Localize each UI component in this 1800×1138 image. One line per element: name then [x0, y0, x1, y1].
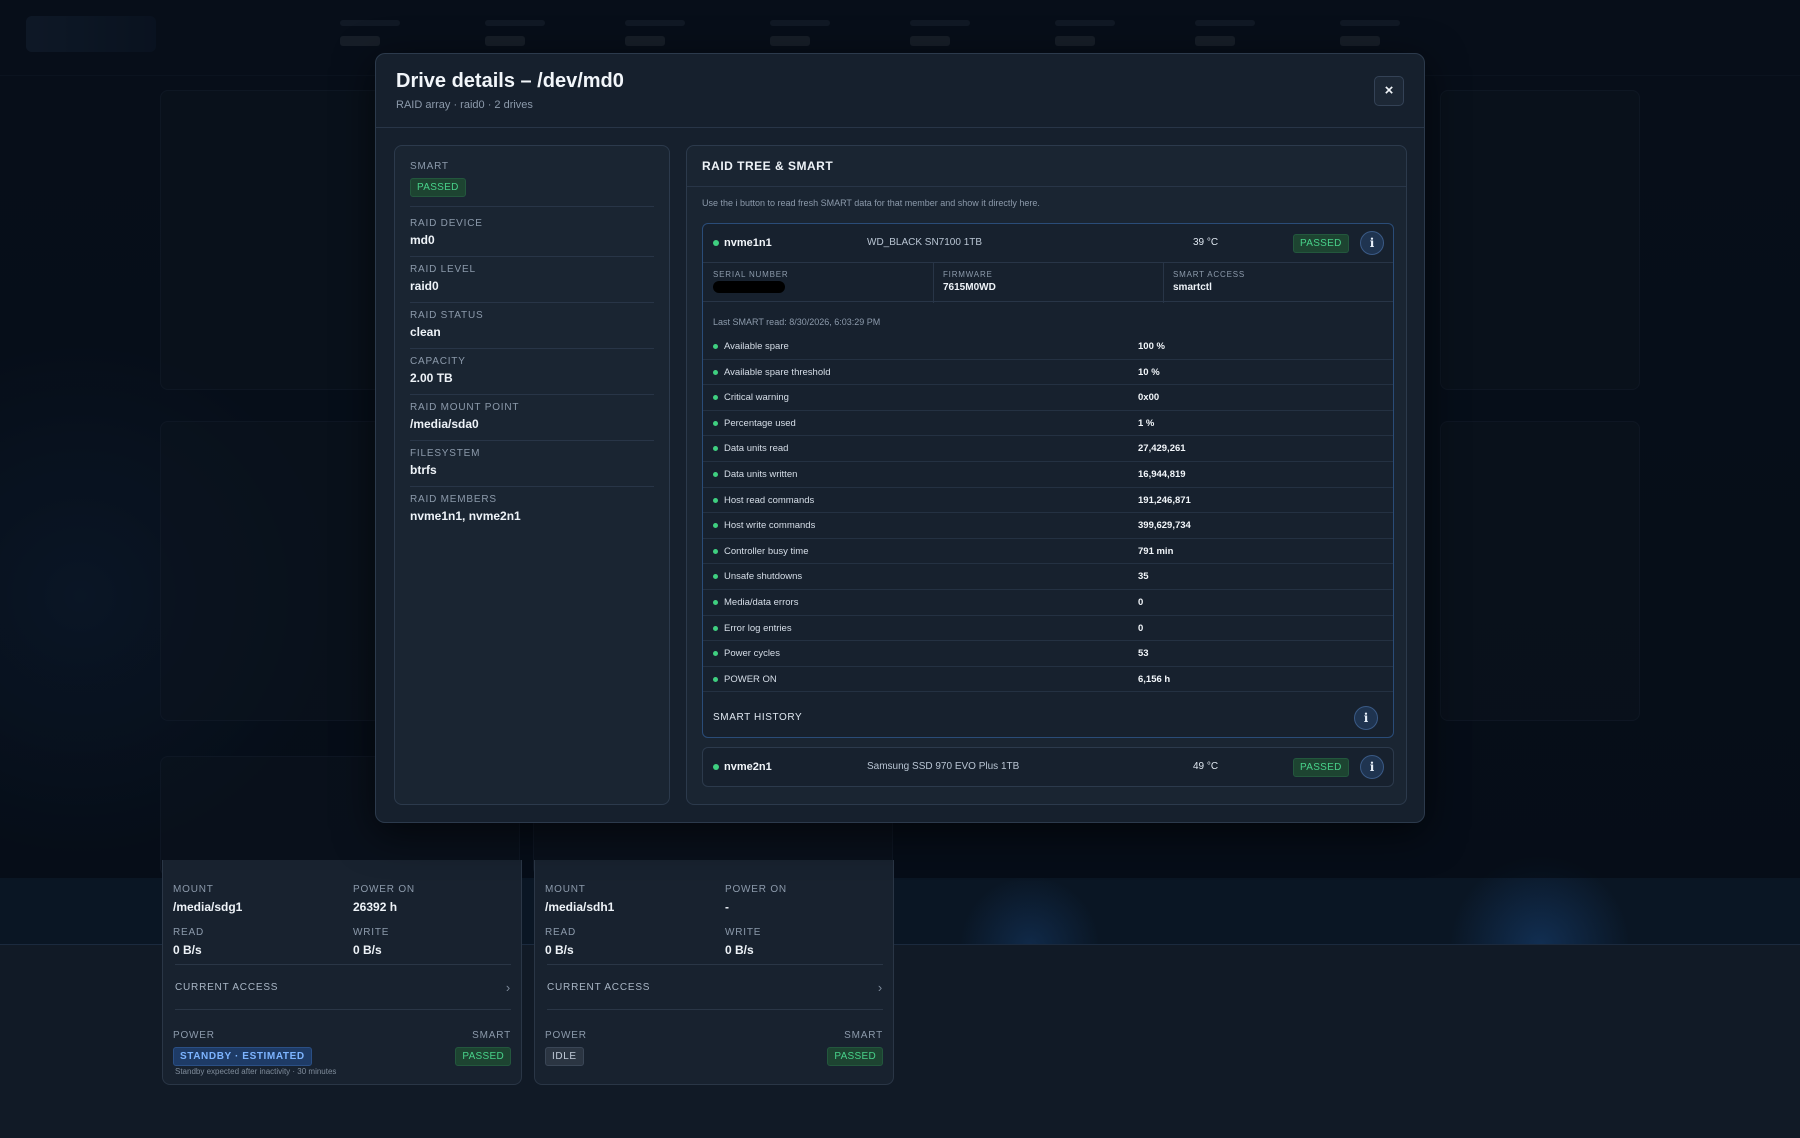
- status-dot-icon: [713, 344, 718, 349]
- smart-attribute-row: Data units written 16,944,819: [703, 462, 1393, 488]
- chevron-right-icon: ›: [877, 979, 883, 995]
- status-dot-icon: [713, 764, 719, 770]
- power-field: POWER IDLE: [545, 1030, 587, 1066]
- status-dot-icon: [713, 240, 719, 246]
- status-dot-icon: [713, 548, 718, 554]
- drive-card: MOUNT /media/sdg1 POWER ON 26392 h READ …: [162, 860, 522, 1085]
- current-access-toggle[interactable]: CURRENT ACCESS ›: [547, 964, 883, 1010]
- drive-card: MOUNT /media/sdh1 POWER ON - READ 0 B/s …: [534, 860, 894, 1085]
- member-header[interactable]: nvme2n1 Samsung SSD 970 EVO Plus 1TB 49 …: [703, 748, 1393, 786]
- modal-subtitle: RAID array · raid0 · 2 drives: [396, 99, 533, 111]
- field-raid-members: RAID MEMBERS nvme1n1, nvme2n1: [410, 494, 521, 523]
- smart-attribute-row: POWER ON 6,156 h: [703, 667, 1393, 693]
- member-model: Samsung SSD 970 EVO Plus 1TB: [867, 761, 1020, 772]
- smart-attribute-row: Data units read 27,429,261: [703, 436, 1393, 462]
- smart-status-badge: PASSED: [1293, 758, 1349, 777]
- status-dot-icon: [713, 599, 718, 605]
- divider: [933, 263, 934, 303]
- power-state-badge: IDLE: [545, 1047, 584, 1066]
- status-dot-icon: [713, 446, 718, 452]
- smart-attribute-row: Media/data errors 0: [703, 590, 1393, 616]
- power-state-badge: STANDBY · ESTIMATED: [173, 1047, 312, 1066]
- member-header[interactable]: nvme1n1 WD_BLACK SN7100 1TB 39 °C PASSED…: [703, 224, 1393, 262]
- member-temperature: 39 °C: [1193, 237, 1219, 248]
- smart-history-info-button[interactable]: i: [1354, 706, 1378, 730]
- status-dot-icon: [713, 420, 718, 426]
- last-smart-read: Last SMART read: 8/30/2026, 6:03:29 PM: [713, 317, 881, 327]
- status-dot-icon: [713, 497, 718, 503]
- status-dot-icon: [713, 625, 718, 631]
- smart-attribute-row: Available spare 100 %: [703, 334, 1393, 360]
- raid-tree-panel: RAID TREE & SMART Use the i button to re…: [686, 145, 1407, 805]
- smart-status-badge: PASSED: [1293, 234, 1349, 253]
- raid-member-nvme1n1: nvme1n1 WD_BLACK SN7100 1TB 39 °C PASSED…: [702, 223, 1394, 738]
- status-dot-icon: [713, 523, 718, 529]
- member-name: nvme1n1: [724, 237, 772, 249]
- smart-attribute-row: Host read commands 191,246,871: [703, 488, 1393, 514]
- field-raid-status: RAID STATUS clean: [410, 310, 654, 349]
- panel-title: RAID TREE & SMART: [702, 159, 834, 173]
- smart-field: SMART PASSED: [455, 1030, 511, 1066]
- smart-access-field: SMART ACCESS smartctl: [1173, 270, 1245, 293]
- read-field: READ 0 B/s: [545, 927, 576, 957]
- divider: [1163, 263, 1164, 303]
- status-dot-icon: [713, 395, 718, 401]
- drive-details-modal: Drive details – /dev/md0 RAID array · ra…: [375, 53, 1425, 823]
- smart-attribute-row: Error log entries 0: [703, 616, 1393, 642]
- status-dot-icon: [713, 676, 718, 682]
- member-model: WD_BLACK SN7100 1TB: [867, 237, 983, 248]
- modal-header: Drive details – /dev/md0 RAID array · ra…: [376, 54, 1424, 128]
- smart-history-section: SMART HISTORY i: [703, 698, 1393, 738]
- smart-attribute-row: Power cycles 53: [703, 641, 1393, 667]
- chevron-right-icon: ›: [505, 979, 511, 995]
- field-raid-mount-point: RAID MOUNT POINT /media/sda0: [410, 402, 654, 441]
- mount-field: MOUNT /media/sdh1: [545, 884, 615, 914]
- status-dot-icon: [713, 651, 718, 657]
- power-field: POWER STANDBY · ESTIMATED: [173, 1030, 312, 1066]
- raid-member-nvme2n1: nvme2n1 Samsung SSD 970 EVO Plus 1TB 49 …: [702, 747, 1394, 787]
- write-field: WRITE 0 B/s: [353, 927, 390, 957]
- status-dot-icon: [713, 369, 718, 375]
- read-smart-info-button[interactable]: i: [1360, 755, 1384, 779]
- standby-note: Standby expected after inactivity · 30 m…: [175, 1067, 337, 1076]
- power-on-field: POWER ON -: [725, 884, 787, 914]
- current-access-toggle[interactable]: CURRENT ACCESS ›: [175, 964, 511, 1010]
- status-dot-icon: [713, 471, 718, 477]
- mount-field: MOUNT /media/sdg1: [173, 884, 243, 914]
- smart-attribute-row: Controller busy time 791 min: [703, 539, 1393, 565]
- field-capacity: CAPACITY 2.00 TB: [410, 356, 654, 395]
- status-dot-icon: [713, 574, 718, 580]
- smart-attribute-row: Host write commands 399,629,734: [703, 513, 1393, 539]
- field-raid-device: RAID DEVICE md0: [410, 218, 654, 257]
- divider: [687, 186, 1406, 187]
- smart-history-label: SMART HISTORY: [713, 712, 803, 723]
- redacted-serial: [713, 281, 785, 293]
- smart-status-badge: PASSED: [827, 1047, 883, 1066]
- serial-number-field: SERIAL NUMBER: [713, 270, 788, 298]
- member-meta: SERIAL NUMBER FIRMWARE 7615M0WD SMART AC…: [703, 262, 1393, 303]
- firmware-field: FIRMWARE 7615M0WD: [943, 270, 996, 293]
- smart-attribute-list: Available spare 100 % Available spare thr…: [703, 334, 1393, 693]
- read-smart-info-button[interactable]: i: [1360, 231, 1384, 255]
- power-on-field: POWER ON 26392 h: [353, 884, 415, 914]
- field-smart: SMART PASSED: [410, 161, 654, 207]
- smart-attribute-row: Available spare threshold 10 %: [703, 360, 1393, 386]
- raid-info-panel: SMART PASSED RAID DEVICE md0 RAID LEVEL …: [394, 145, 670, 805]
- smart-field: SMART PASSED: [827, 1030, 883, 1066]
- panel-hint: Use the i button to read fresh SMART dat…: [702, 198, 1040, 208]
- smart-attribute-row: Unsafe shutdowns 35: [703, 564, 1393, 590]
- read-field: READ 0 B/s: [173, 927, 204, 957]
- modal-title: Drive details – /dev/md0: [396, 70, 624, 92]
- field-filesystem: FILESYSTEM btrfs: [410, 448, 654, 487]
- close-button[interactable]: ×: [1374, 76, 1404, 106]
- smart-attribute-row: Critical warning 0x00: [703, 385, 1393, 411]
- member-name: nvme2n1: [724, 761, 772, 773]
- smart-status-badge: PASSED: [410, 178, 466, 197]
- smart-status-badge: PASSED: [455, 1047, 511, 1066]
- field-raid-level: RAID LEVEL raid0: [410, 264, 654, 303]
- smart-attribute-row: Percentage used 1 %: [703, 411, 1393, 437]
- write-field: WRITE 0 B/s: [725, 927, 762, 957]
- member-temperature: 49 °C: [1193, 761, 1219, 772]
